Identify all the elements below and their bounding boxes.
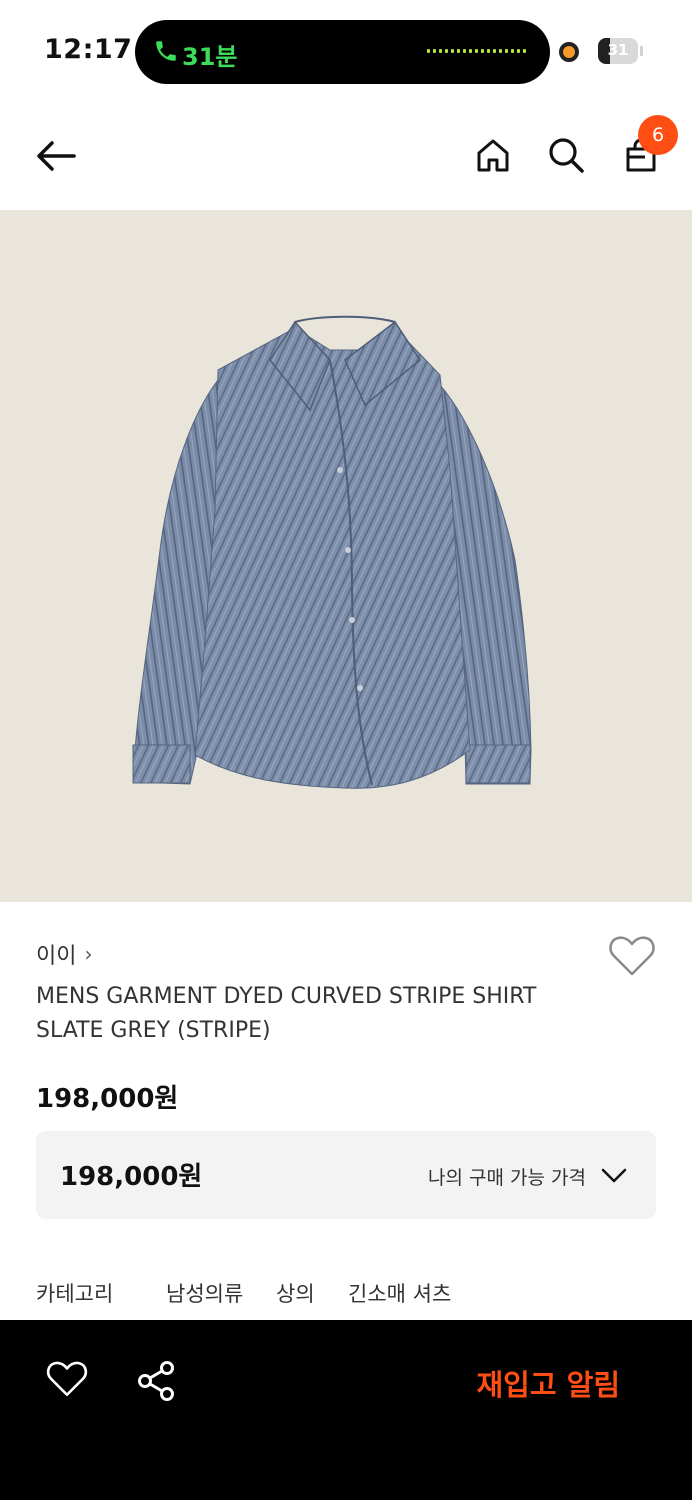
- status-bar: 12:17 31분 31: [0, 0, 692, 100]
- shirt-image: [132, 315, 532, 789]
- my-price-label: 나의 구매 가능 가격: [428, 1167, 586, 1189]
- category-link-long-sleeve-shirts[interactable]: 긴소매 셔츠: [348, 1278, 451, 1308]
- heart-outline-icon: [609, 936, 655, 976]
- product-price: 198,000원: [36, 1084, 179, 1114]
- category-link-tops[interactable]: 상의: [276, 1278, 315, 1308]
- share-icon: [138, 1361, 174, 1401]
- brand-name: 이이: [36, 944, 77, 969]
- share-button[interactable]: [136, 1360, 178, 1402]
- category-label: 카테고리: [36, 1282, 114, 1306]
- battery-cap: [640, 46, 643, 56]
- bottom-action-bar: 재입고 알림: [0, 1320, 692, 1500]
- top-nav: [0, 100, 692, 210]
- call-duration: 31분: [182, 43, 238, 71]
- back-button[interactable]: [30, 130, 82, 182]
- battery-level: 31: [607, 41, 629, 59]
- brand-link[interactable]: 이이 ›: [36, 938, 92, 970]
- home-icon: [477, 139, 509, 172]
- chevron-right-icon: ›: [84, 942, 93, 966]
- recording-indicator-icon: [559, 42, 579, 62]
- heart-outline-icon: [46, 1361, 88, 1397]
- dynamic-island[interactable]: 31분: [135, 20, 550, 84]
- battery-icon: 31: [598, 38, 638, 64]
- audio-waveform-icon: [427, 49, 526, 53]
- phone-icon: [156, 41, 176, 61]
- restock-alert-button[interactable]: 재입고 알림: [477, 1362, 621, 1404]
- search-icon: [549, 138, 584, 173]
- status-time: 12:17: [44, 34, 133, 65]
- category-link-mens-clothing[interactable]: 남성의류: [166, 1278, 243, 1308]
- my-price-value: 198,000원: [60, 1162, 203, 1192]
- arrow-left-icon: [37, 141, 76, 171]
- my-price-dropdown[interactable]: 198,000원 나의 구매 가능 가격: [36, 1131, 656, 1219]
- cart-count-badge: 6: [638, 115, 678, 155]
- product-image[interactable]: [0, 210, 692, 902]
- wishlist-button[interactable]: [608, 935, 656, 979]
- home-button[interactable]: [470, 132, 516, 178]
- chevron-down-icon: [601, 1168, 627, 1183]
- bottom-wishlist-button[interactable]: [46, 1360, 88, 1402]
- search-button[interactable]: [543, 132, 589, 178]
- product-name: MENS GARMENT DYED CURVED STRIPE SHIRT SL…: [36, 984, 537, 1043]
